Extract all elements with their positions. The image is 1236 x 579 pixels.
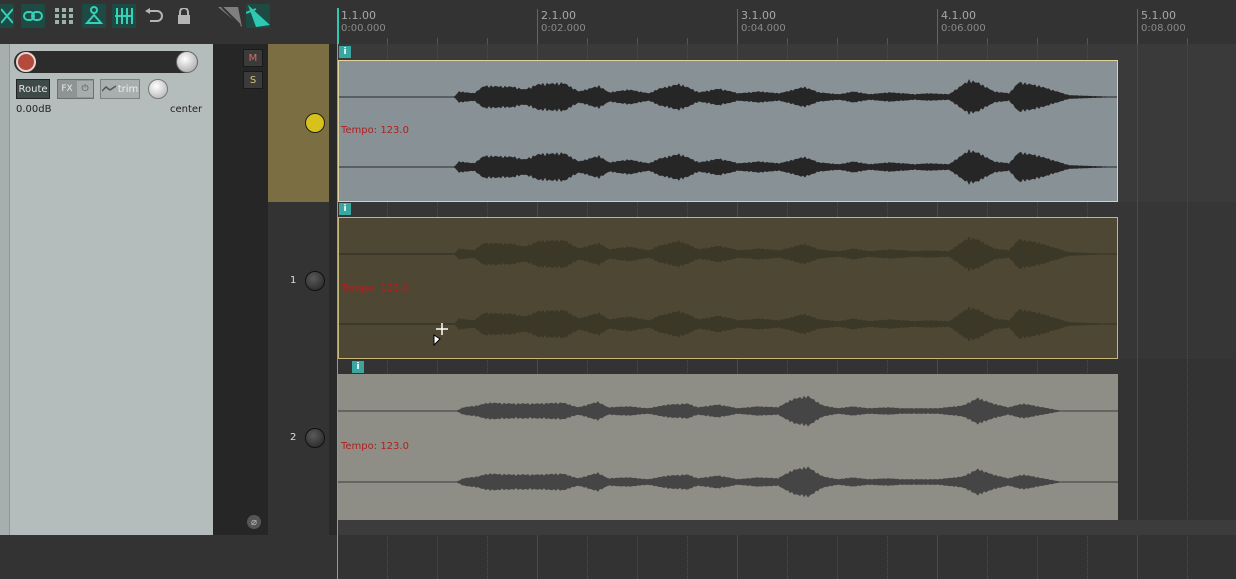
ruler-time-label: 0:08.000 [1141,23,1186,34]
ruler-time-label: 0:00.000 [341,23,386,34]
crossfade-icon[interactable] [0,4,14,28]
daw-window: 1.1.00 0:00.000 2.1.00 0:02.000 3.1.00 0… [0,0,1236,579]
fx-label: FX [61,84,73,94]
media-item[interactable] [338,374,1118,520]
divider [329,44,337,535]
item-tempo-label: Tempo: 123.0 [341,441,409,452]
master-strip [213,44,268,535]
volume-fader[interactable] [14,51,197,73]
ruler-bar-label: 3.1.00 [741,9,776,22]
item-edit-icon[interactable] [246,4,270,28]
link-icon[interactable] [21,4,45,28]
move-cursor-icon [433,323,448,347]
snap-icon[interactable] [112,4,136,28]
record-arm-button[interactable] [16,52,36,72]
item-tempo-label: Tempo: 123.0 [341,125,409,136]
timeline-ruler[interactable]: 1.1.00 0:00.000 2.1.00 0:02.000 3.1.00 0… [337,0,1236,44]
route-button[interactable]: Route [16,79,50,99]
ruler-bar-label: 1.1.00 [341,9,376,22]
edit-cursor-marker[interactable] [337,8,339,44]
track-knob[interactable] [305,428,325,448]
ruler-time-label: 0:04.000 [741,23,786,34]
lane-footer [337,520,1236,535]
waveform [338,395,1118,498]
pan-knob[interactable] [148,79,168,99]
track-knob[interactable] [305,271,325,291]
grid-icon[interactable] [52,4,76,28]
lock-icon[interactable] [172,4,196,28]
trim-button[interactable]: trim [100,79,140,99]
waveform [339,236,1117,342]
mute-button[interactable]: M [243,49,263,67]
phase-icon[interactable]: ⌀ [247,515,261,529]
solo-button[interactable]: S [243,71,263,89]
fx-button[interactable]: FX ⏻ [57,79,94,99]
edit-cursor [337,44,338,579]
track-mixer-panel [0,44,213,535]
track-number: 2 [290,432,297,443]
envelope-icon [101,85,116,92]
item-tempo-label: Tempo: 123.0 [341,283,409,294]
ruler-bar-label: 2.1.00 [541,9,576,22]
track-number: 1 [290,275,297,286]
loop-icon[interactable] [142,4,166,28]
group-icon[interactable] [82,4,106,28]
track-header[interactable] [268,359,329,535]
item-info-icon[interactable]: i [339,46,351,58]
item-info-icon[interactable]: i [339,203,351,215]
volume-fader-knob[interactable] [176,51,198,73]
item-info-icon[interactable]: i [352,361,364,373]
pan-readout: center [170,104,203,115]
toolbar [0,0,338,34]
ruler-bar-label: 5.1.00 [1141,9,1176,22]
ruler-time-label: 0:02.000 [541,23,586,34]
ruler-bar-label: 4.1.00 [941,9,976,22]
media-item[interactable] [338,60,1118,202]
envelope-select-icon[interactable] [218,4,242,28]
trim-label: trim [117,83,139,95]
ruler-time-label: 0:06.000 [941,23,986,34]
volume-readout: 0.00dB [16,104,52,115]
track-knob[interactable] [305,113,325,133]
media-item[interactable] [338,217,1118,359]
power-icon[interactable]: ⏻ [77,81,93,97]
panel-edge [0,44,10,535]
waveform [339,79,1117,185]
